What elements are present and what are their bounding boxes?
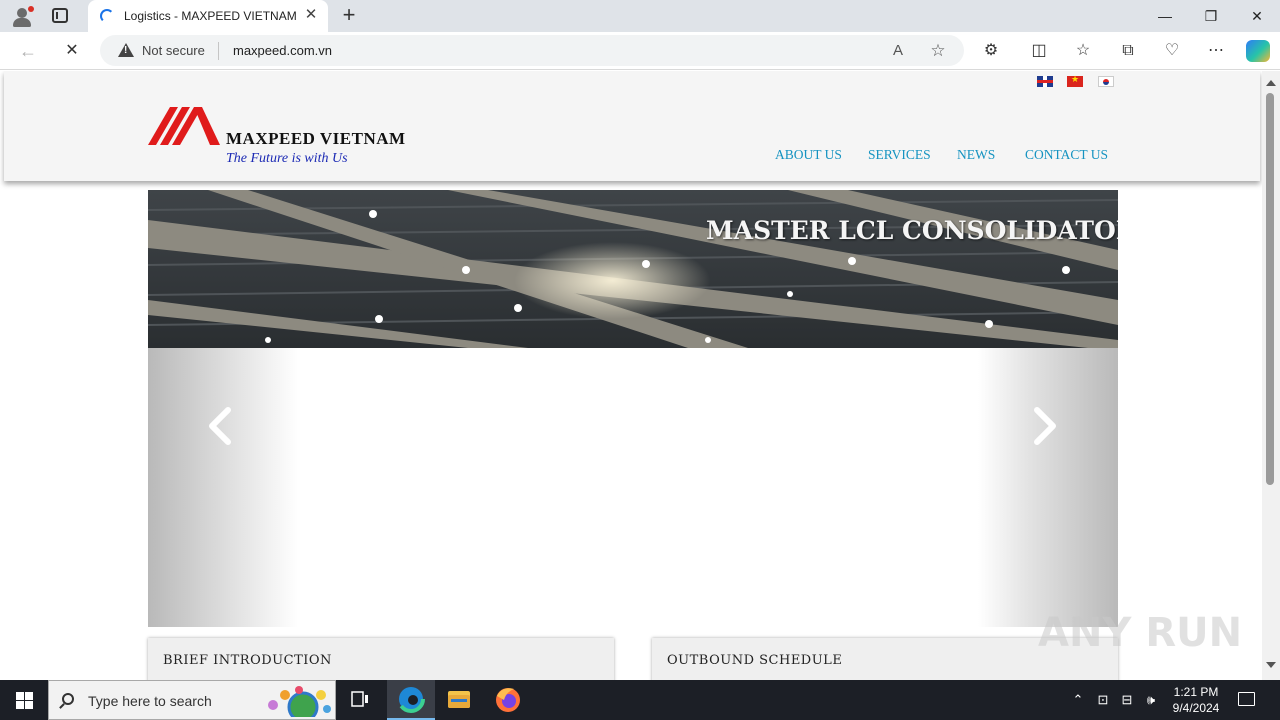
back-icon[interactable]: ← [16,39,40,63]
extensions-icon[interactable]: ⚙ [980,41,1002,61]
panel-title: OUTBOUND SCHEDULE [667,653,843,668]
restore-button[interactable]: ❐ [1188,0,1234,32]
scroll-thumb[interactable] [1266,93,1274,485]
nav-contact-us[interactable]: CONTACT US [1025,147,1108,163]
split-screen-icon[interactable]: ◫ [1028,41,1050,61]
show-hidden-icons-chevron-icon[interactable]: ⌃ [1070,691,1086,709]
windows-taskbar: Type here to search ⌃ ⊡ ⊟ 🕪 1:21 PM 9/4/… [0,680,1280,720]
search-icon [62,693,74,705]
nav-about-us[interactable]: ABOUT US [775,147,842,163]
english-flag-icon[interactable] [1037,76,1053,87]
file-explorer-icon[interactable] [435,680,483,720]
browser-essentials-icon[interactable]: ♡ [1161,41,1183,61]
warehouse-banner-image [148,190,1118,348]
url-text[interactable]: maxpeed.com.vn [233,43,332,58]
address-bar[interactable]: Not secure maxpeed.com.vn A ☆ [100,35,964,66]
favorites-icon[interactable]: ☆ [1072,41,1094,61]
search-placeholder: Type here to search [88,693,212,709]
more-menu-icon[interactable]: ⋯ [1205,41,1227,61]
logo-mark-icon [148,107,220,145]
edge-icon[interactable] [387,680,435,720]
tab-actions-icon[interactable] [52,8,68,23]
site-logo[interactable]: MAXPEED VIETNAM The Future is with Us [148,105,418,171]
slide-heading: MASTER LCL CONSOLIDATOR [706,216,1118,245]
windows-start-icon[interactable] [0,680,48,720]
panel-title: BRIEF INTRODUCTION [163,653,332,668]
brief-introduction-panel: BRIEF INTRODUCTION [148,638,614,680]
read-aloud-icon[interactable]: A [888,41,908,61]
firefox-icon[interactable] [484,680,532,720]
collections-icon[interactable]: ⧉ [1117,41,1139,61]
hero-slider: MASTER LCL CONSOLIDATOR [148,190,1118,627]
network-icon[interactable]: ⊟ [1119,691,1135,709]
vertical-scrollbar[interactable] [1262,71,1280,680]
scroll-up-arrow-icon[interactable] [1266,80,1276,86]
korea-flag-icon[interactable] [1098,76,1114,87]
logo-tagline: The Future is with Us [226,151,348,166]
new-tab-button[interactable]: + [338,3,360,27]
notifications-icon[interactable] [1238,692,1255,706]
chevron-left-icon[interactable] [206,406,236,446]
favorite-star-icon[interactable]: ☆ [928,41,948,61]
warning-icon [118,43,134,57]
copilot-icon[interactable] [1246,40,1270,62]
tab-close-button[interactable]: ✕ [302,6,320,24]
chevron-right-icon[interactable] [1029,406,1059,446]
loading-spinner-icon [100,9,114,23]
scroll-down-arrow-icon[interactable] [1266,662,1276,668]
profile-icon[interactable] [10,5,34,27]
watermark-logo: ANY RUN [1038,610,1243,656]
tab-title: Logistics - MAXPEED VIETNAM [124,9,297,23]
tab-active[interactable]: Logistics - MAXPEED VIETNAM ✕ [88,0,328,32]
minimize-button[interactable]: — [1142,0,1188,32]
taskbar-search-box[interactable]: Type here to search [48,680,336,720]
security-status[interactable]: Not secure [142,43,205,58]
search-highlight-illustration [268,686,331,717]
meet-now-icon[interactable]: ⊡ [1095,691,1111,709]
task-view-icon[interactable] [336,680,384,720]
close-window-button[interactable]: ✕ [1234,0,1280,32]
tab-strip: Logistics - MAXPEED VIETNAM ✕ + — ❐ ✕ [0,0,1280,32]
clock-time: 1:21 PM [1173,685,1219,699]
logo-name: MAXPEED VIETNAM [226,129,406,148]
nav-news[interactable]: NEWS [957,147,995,163]
vietnam-flag-icon[interactable] [1067,74,1083,87]
clock-date: 9/4/2024 [1172,701,1220,715]
volume-icon[interactable]: 🕪 [1143,691,1159,709]
page-viewport: MAXPEED VIETNAM The Future is with Us AB… [0,71,1262,680]
stop-loading-icon[interactable]: ✕ [60,39,84,63]
browser-toolbar: ← ✕ Not secure maxpeed.com.vn A ☆ ⚙ ◫ ☆ … [0,32,1280,70]
omnibox-divider [218,42,219,60]
system-clock[interactable]: 1:21 PM 9/4/2024 [1166,684,1226,716]
site-header: MAXPEED VIETNAM The Future is with Us AB… [4,71,1260,181]
nav-services[interactable]: SERVICES [868,147,931,163]
